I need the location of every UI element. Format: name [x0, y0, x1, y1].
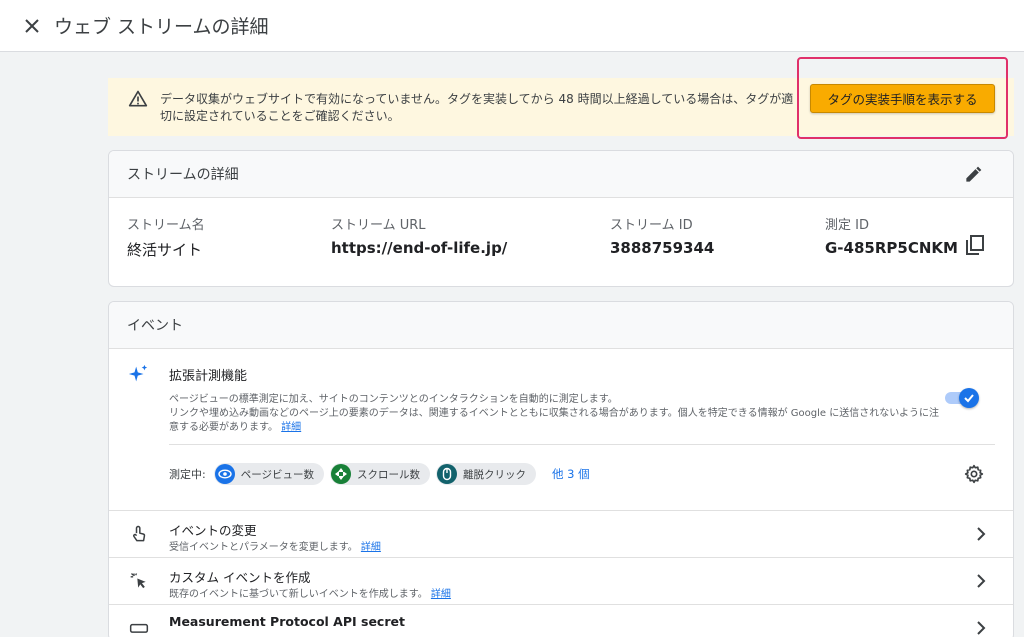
enhanced-measurement-title: 拡張計測機能 [169, 369, 248, 384]
measuring-label: 測定中: [169, 468, 206, 481]
measurement-protocol-row[interactable]: Measurement Protocol API secret [109, 604, 1013, 637]
stream-details-body: ストリーム名 終活サイト ストリーム URL https://end-of-li… [109, 198, 1013, 286]
chevron-right-icon [977, 527, 986, 541]
sparkle-click-icon [130, 573, 146, 589]
divider [169, 444, 995, 445]
modify-events-detail-link[interactable]: 詳細 [361, 542, 381, 553]
show-tag-instructions-button[interactable]: タグの実装手順を表示する [810, 84, 995, 113]
events-card: イベント 拡張計測機能 ページビューの標準測定に加え、サイトのコンテンツとのイン… [108, 301, 1014, 637]
more-events-link[interactable]: 他 3 個 [552, 466, 590, 482]
enhanced-detail-link[interactable]: 詳細 [281, 422, 301, 433]
close-button[interactable] [22, 16, 42, 36]
create-custom-event-title: カスタム イベントを作成 [169, 570, 311, 585]
top-bar: ウェブ ストリームの詳細 [0, 0, 1024, 52]
measurement-protocol-title: Measurement Protocol API secret [169, 614, 405, 629]
chip-page-views[interactable]: ページビュー数 [213, 463, 325, 485]
stream-url-label: ストリーム URL [331, 218, 426, 233]
close-icon [25, 18, 39, 33]
enhanced-measurement-description: ページビューの標準測定に加え、サイトのコンテンツとのインタラクションを自動的に測… [169, 393, 949, 435]
banner-message: データ収集がウェブサイトで有効になっていません。タグを実装してから 48 時間以… [160, 92, 794, 123]
page-title: ウェブ ストリームの詳細 [54, 16, 269, 38]
sparkle-icon [128, 364, 148, 382]
measuring-list: 測定中: ページビュー数 スクロール数 離脱クリック 他 3 個 [169, 462, 590, 486]
create-custom-event-row[interactable]: カスタム イベントを作成 既存のイベントに基づいて新しいイベントを作成します。 … [109, 557, 1013, 604]
copy-icon[interactable] [966, 235, 984, 255]
stream-name-label: ストリーム名 [127, 218, 205, 233]
mouse-icon [437, 464, 458, 484]
create-custom-event-subtitle: 既存のイベントに基づいて新しいイベントを作成します。 詳細 [169, 585, 451, 600]
check-icon [964, 394, 974, 403]
measurement-id-value: G-485RP5CNKM [825, 239, 958, 257]
toggle-knob [959, 388, 979, 408]
create-custom-event-detail-link[interactable]: 詳細 [431, 589, 451, 600]
stream-id-label: ストリーム ID [610, 218, 693, 233]
stream-id-value: 3888759344 [610, 239, 715, 257]
modify-events-title: イベントの変更 [169, 523, 257, 538]
edit-pencil-icon[interactable] [963, 165, 983, 185]
stream-details-header: ストリームの詳細 [109, 151, 1013, 198]
stream-url-field: ストリーム URL https://end-of-life.jp/ [331, 214, 507, 257]
chip-outbound-clicks-label: 離脱クリック [463, 468, 527, 481]
stream-details-card: ストリームの詳細 ストリーム名 終活サイト ストリーム URL https://… [108, 150, 1014, 287]
stream-id-field: ストリーム ID 3888759344 [610, 214, 714, 257]
touch-icon [133, 525, 146, 542]
modify-events-subtitle-text: 受信イベントとパラメータを変更します。 [169, 542, 358, 553]
chevron-right-icon [977, 574, 986, 588]
stream-details-title: ストリームの詳細 [127, 167, 239, 183]
events-header: イベント [109, 302, 1013, 349]
chip-outbound-clicks[interactable]: 離脱クリック [436, 463, 537, 485]
chevron-right-icon [977, 621, 986, 635]
modify-events-subtitle: 受信イベントとパラメータを変更します。 詳細 [169, 538, 381, 553]
enhanced-measurement-section: 拡張計測機能 ページビューの標準測定に加え、サイトのコンテンツとのインタラクショ… [109, 349, 1013, 510]
enhanced-measurement-toggle[interactable] [945, 388, 979, 408]
measurement-id-label: 測定 ID [825, 218, 869, 233]
chip-scrolls[interactable]: スクロール数 [330, 463, 431, 485]
enhanced-desc-line1: ページビューの標準測定に加え、サイトのコンテンツとのインタラクションを自動的に測… [169, 394, 618, 405]
chip-page-views-label: ページビュー数 [240, 468, 315, 481]
stream-url-value: https://end-of-life.jp/ [331, 239, 508, 257]
measurement-id-field: 測定 ID G-485RP5CNKM [825, 214, 958, 257]
chip-scrolls-label: スクロール数 [357, 468, 421, 481]
eye-icon [214, 464, 235, 484]
gear-icon[interactable] [964, 464, 984, 484]
key-icon [129, 623, 149, 633]
stream-name-field: ストリーム名 終活サイト [127, 214, 205, 260]
events-title: イベント [127, 318, 183, 334]
scroll-icon [331, 464, 352, 484]
warning-icon [128, 90, 148, 107]
stream-name-value: 終活サイト [127, 241, 203, 259]
create-custom-event-subtitle-text: 既存のイベントに基づいて新しいイベントを作成します。 [169, 589, 428, 600]
modify-events-row[interactable]: イベントの変更 受信イベントとパラメータを変更します。 詳細 [109, 510, 1013, 557]
